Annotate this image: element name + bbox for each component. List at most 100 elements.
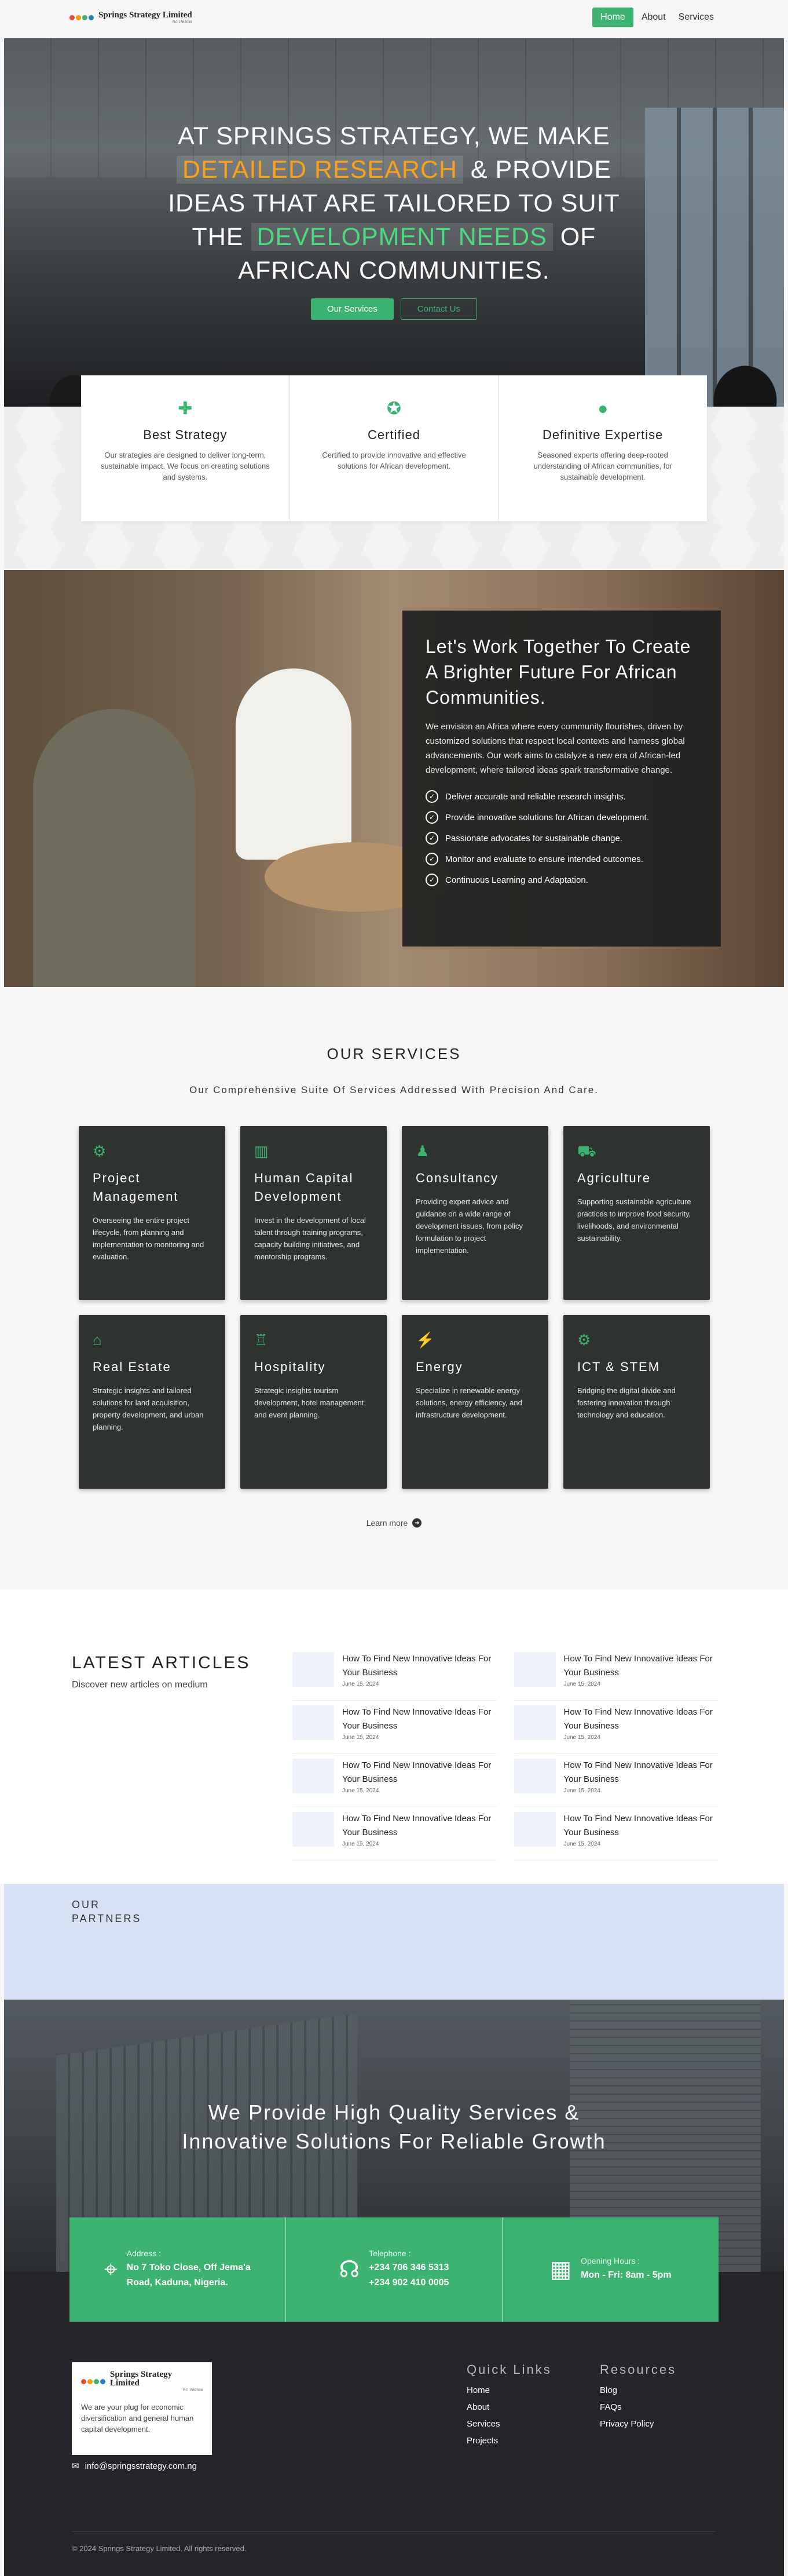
article-item[interactable]: How To Find New Innovative Ideas For You… — [292, 1807, 497, 1861]
learn-more-link[interactable]: Learn more ➜ — [0, 1518, 788, 1528]
articles-section: LATEST ARTICLES Discover new articles on… — [0, 1590, 788, 1884]
check-icon: ✓ — [426, 832, 438, 845]
bolt-icon: ⚡ — [416, 1331, 435, 1349]
check-icon: ✓ — [426, 874, 438, 886]
nav-services[interactable]: Services — [674, 8, 719, 27]
footer-divider — [72, 2531, 716, 2532]
copyright: © 2024 Springs Strategy Limited. All rig… — [72, 2544, 247, 2553]
nav-about[interactable]: About — [637, 8, 670, 27]
phone-link[interactable]: +234 706 346 5313 — [369, 2260, 449, 2275]
collaboration-section: Let's Work Together To Create A Brighter… — [4, 570, 784, 987]
hero-buttons: Our Services Contact Us — [4, 298, 784, 320]
service-card-project-management[interactable]: ⚙ Project Management Overseeing the entire… — [79, 1126, 225, 1300]
article-thumbnail — [514, 1652, 556, 1687]
tractor-icon: ⛟ — [577, 1142, 596, 1160]
hero-section: AT SPRINGS STRATEGY, WE MAKE DETAILED RE… — [4, 38, 784, 407]
check-icon: ✓ — [426, 790, 438, 803]
highlight-research: DETAILED RESEARCH — [176, 156, 463, 184]
nav-links: Home About Services — [592, 8, 719, 27]
check-icon: ✓ — [426, 853, 438, 865]
article-thumbnail — [514, 1759, 556, 1793]
contact-hours: ▦ Opening Hours : Mon - Fri: 8am - 5pm — [549, 2256, 672, 2282]
collaboration-panel: Let's Work Together To Create A Brighter… — [402, 611, 721, 947]
partners-section: OUR PARTNERS — [4, 1884, 784, 2000]
footer-about: We are your plug for economic diversific… — [81, 2403, 194, 2434]
footer-link-home[interactable]: Home — [467, 2385, 552, 2395]
photo-person-right — [236, 668, 351, 860]
puzzle-icon: ✚ — [178, 399, 193, 418]
our-services-button[interactable]: Our Services — [311, 298, 394, 320]
contact-telephone: ☊ Telephone : +234 706 346 5313 +234 902 4… — [286, 2217, 503, 2322]
service-card-hospitality[interactable]: ♖ Hospitality Strategic insights tourism d… — [240, 1315, 387, 1489]
articles-subtitle: Discover new articles on medium — [72, 1680, 208, 1690]
headset-icon: ☊ — [339, 2257, 360, 2282]
article-item[interactable]: How To Find New Innovative Ideas For You… — [514, 1754, 718, 1807]
article-item[interactable]: How To Find New Innovative Ideas For You… — [514, 1701, 718, 1754]
services-section: OUR SERVICES Our Comprehensive Suite Of … — [0, 987, 788, 1590]
service-card-consultancy[interactable]: ♟ Consultancy Providing expert advice and … — [402, 1126, 548, 1300]
article-item[interactable]: How To Find New Innovative Ideas For You… — [514, 1647, 718, 1701]
globe-icon: ● — [598, 399, 609, 418]
article-thumbnail — [292, 1812, 334, 1847]
article-thumbnail — [292, 1705, 334, 1740]
footer-logo-card: Springs Strategy Limited RC 1562038 We a… — [72, 2362, 212, 2455]
footer-email[interactable]: ✉ info@springsstrategy.com.ng — [72, 2461, 197, 2472]
article-thumbnail — [514, 1812, 556, 1847]
services-subtitle: Our Comprehensive Suite Of Services Addr… — [189, 1084, 599, 1095]
service-card-agriculture[interactable]: ⛟ Agriculture Supporting sustainable agric… — [563, 1126, 710, 1300]
feature-best-strategy: ✚ Best Strategy Our strategies are desig… — [81, 375, 290, 521]
footer-link-privacy[interactable]: Privacy Policy — [600, 2419, 676, 2429]
footer-link-faqs[interactable]: FAQs — [600, 2402, 676, 2412]
feature-expertise: ● Definitive Expertise Seasoned experts … — [533, 399, 672, 481]
articles-title: LATEST ARTICLES — [72, 1653, 251, 1672]
article-thumbnail — [292, 1652, 334, 1687]
logo[interactable]: Springs Strategy Limited RC 1562038 — [69, 10, 192, 24]
footer-link-blog[interactable]: Blog — [600, 2385, 676, 2395]
article-item[interactable]: How To Find New Innovative Ideas For You… — [292, 1754, 497, 1807]
article-item[interactable]: How To Find New Innovative Ideas For You… — [292, 1647, 497, 1701]
article-item[interactable]: How To Find New Innovative Ideas For You… — [514, 1807, 718, 1861]
hospitality-icon: ♖ — [254, 1331, 268, 1349]
quick-links: Quick Links Home About Services Projects — [467, 2362, 552, 2446]
hero-heading: AT SPRINGS STRATEGY, WE MAKE DETAILED RE… — [168, 122, 620, 284]
house-icon: ⌂ — [93, 1331, 102, 1349]
logo-text: Springs Strategy Limited — [98, 10, 192, 20]
articles-list: How To Find New Innovative Ideas For You… — [292, 1647, 718, 1861]
feature-certified: ✪ Certified Certified to provide innovat… — [290, 375, 499, 521]
award-icon: ✪ — [386, 399, 402, 418]
chart-icon: ▥ — [254, 1142, 269, 1160]
footer-link-projects[interactable]: Projects — [467, 2436, 552, 2446]
service-card-real-estate[interactable]: ⌂ Real Estate Strategic insights and tailo… — [79, 1315, 225, 1489]
highlight-development: DEVELOPMENT NEEDS — [251, 223, 553, 251]
article-item[interactable]: How To Find New Innovative Ideas For You… — [292, 1701, 497, 1754]
footer-link-services[interactable]: Services — [467, 2419, 552, 2429]
resources-links: Resources Blog FAQs Privacy Policy — [600, 2362, 677, 2429]
phone-link[interactable]: +234 902 410 0005 — [369, 2275, 449, 2290]
footer-link-about[interactable]: About — [467, 2402, 552, 2412]
service-card-energy[interactable]: ⚡ Energy Specialize in renewable energy so… — [402, 1315, 548, 1489]
check-icon: ✓ — [426, 811, 438, 824]
service-card-human-capital[interactable]: ▥ Human Capital Development Invest in the … — [240, 1126, 387, 1300]
footer-logo[interactable]: Springs Strategy Limited RC 1562038 — [81, 2370, 203, 2392]
quality-heading: We Provide High Quality Services & Innov… — [182, 2100, 606, 2153]
project-icon: ⚙ — [93, 1142, 107, 1160]
check-item: ✓ Continuous Learning and Adaptation. — [426, 874, 698, 886]
partners-title: OUR PARTNERS — [72, 1899, 142, 1924]
nav-home[interactable]: Home — [592, 8, 633, 27]
consultant-icon: ♟ — [416, 1142, 430, 1160]
top-nav: Springs Strategy Limited RC 1562038 Home… — [0, 0, 788, 35]
check-item: ✓ Monitor and evaluate to ensure intended… — [426, 853, 698, 865]
arrow-right-icon: ➜ — [412, 1518, 422, 1528]
collaboration-heading: Let's Work Together To Create A Brighter… — [426, 636, 691, 708]
service-card-ict-stem[interactable]: ⚙ ICT & STEM Bridging the digital divide a… — [563, 1315, 710, 1489]
logo-tagline: RC 1562038 — [172, 20, 192, 24]
logo-mark — [69, 14, 94, 20]
building-icon: ▦ — [549, 2257, 572, 2282]
contact-us-button[interactable]: Contact Us — [400, 298, 477, 320]
collaboration-body: We envision an Africa where every commun… — [426, 722, 685, 775]
photo-person-left — [33, 709, 195, 987]
article-thumbnail — [514, 1705, 556, 1740]
gear-icon: ⚙ — [577, 1331, 591, 1349]
check-item: ✓ Passionate advocates for sustainable ch… — [426, 832, 698, 845]
contact-address: ⌖ Address : No 7 Toko Close, Off Jema'a Ro… — [69, 2217, 286, 2322]
